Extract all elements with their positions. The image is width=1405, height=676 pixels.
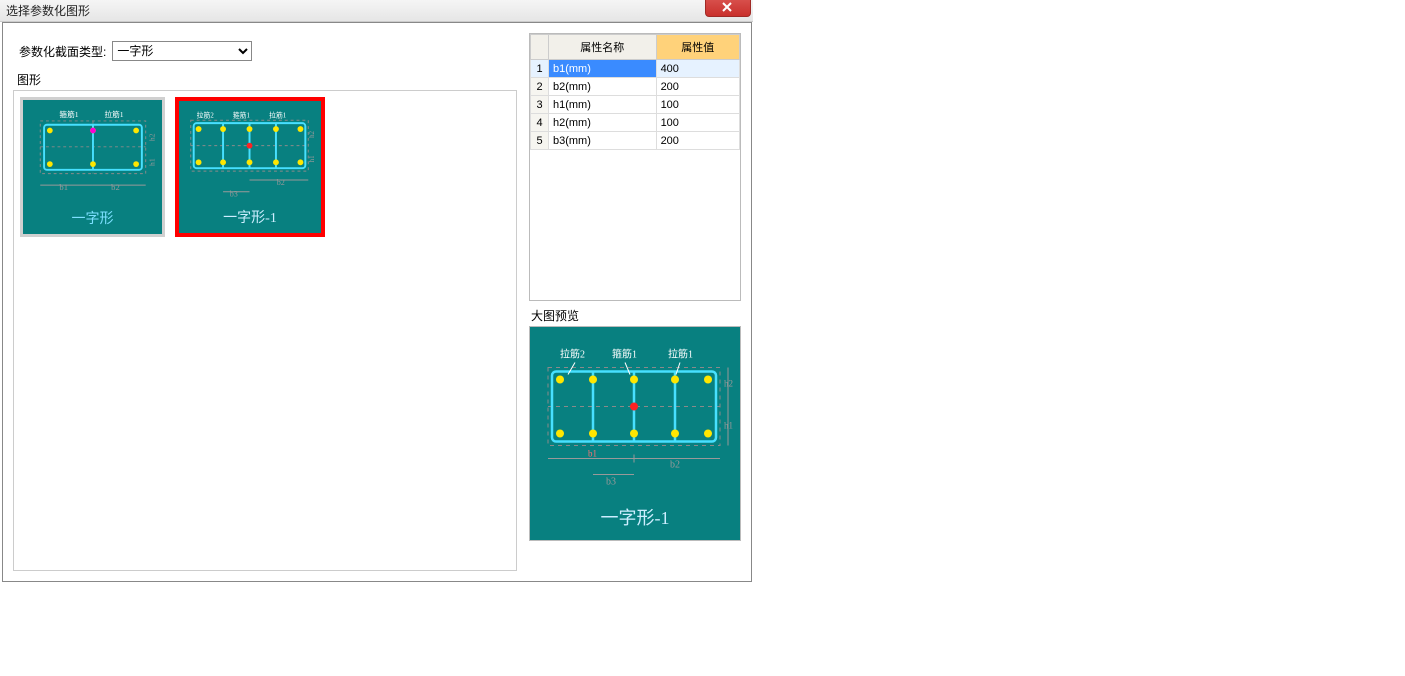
- svg-text:箍筋1: 箍筋1: [59, 109, 78, 119]
- table-row[interactable]: 2 b2(mm) 200: [531, 78, 740, 96]
- svg-text:b3: b3: [230, 190, 238, 199]
- type-select[interactable]: 一字形: [112, 41, 252, 61]
- svg-text:拉筋1: 拉筋1: [104, 109, 123, 119]
- svg-text:b2: b2: [670, 460, 680, 471]
- property-table[interactable]: 属性名称 属性值 1 b1(mm) 400 2 b2(mm) 200: [530, 34, 740, 150]
- table-row[interactable]: 5 b3(mm) 200: [531, 132, 740, 150]
- preview-caption: 一字形-1: [601, 498, 670, 540]
- svg-text:拉筋1: 拉筋1: [668, 348, 693, 361]
- shapes-group-label: 图形: [17, 71, 517, 88]
- svg-text:h2: h2: [147, 133, 156, 141]
- svg-text:b1: b1: [588, 449, 597, 459]
- svg-text:拉筋2: 拉筋2: [197, 110, 215, 119]
- svg-text:b1: b1: [59, 182, 68, 192]
- close-icon: [722, 2, 734, 12]
- svg-text:b2: b2: [111, 182, 120, 192]
- dialog-body: 参数化截面类型: 一字形 图形: [2, 22, 752, 582]
- title-bar: 选择参数化图形: [0, 0, 753, 22]
- type-label: 参数化截面类型:: [19, 43, 106, 60]
- shape-diagram-icon: 箍筋1 拉筋1 b1 b2 h2 h1: [23, 100, 162, 208]
- table-row[interactable]: 4 h2(mm) 100: [531, 114, 740, 132]
- table-row[interactable]: 3 h1(mm) 100: [531, 96, 740, 114]
- window-title: 选择参数化图形: [6, 2, 90, 19]
- shape-thumb-1[interactable]: 拉筋2 箍筋1 拉筋1 b2 b3 h2 h1 一字形-1: [175, 97, 325, 237]
- preview-diagram-icon: 拉筋2 箍筋1 拉筋1 b1 b2 b3 h2 h1: [530, 327, 740, 498]
- shape-diagram-icon: 拉筋2 箍筋1 拉筋1 b2 b3 h2 h1: [179, 101, 321, 207]
- shapes-box: 箍筋1 拉筋1 b1 b2 h2 h1 一字形: [13, 90, 517, 571]
- left-column: 参数化截面类型: 一字形 图形: [13, 33, 517, 571]
- close-button[interactable]: [705, 0, 751, 17]
- col-idx: [531, 35, 549, 60]
- shape-thumb-label: 一字形-1: [223, 207, 277, 233]
- type-row: 参数化截面类型: 一字形: [19, 41, 517, 61]
- svg-text:拉筋2: 拉筋2: [560, 348, 585, 361]
- col-value: 属性值: [656, 35, 739, 60]
- preview-box: 拉筋2 箍筋1 拉筋1 b1 b2 b3 h2 h1 一字形-1: [529, 326, 741, 541]
- property-table-wrap: 属性名称 属性值 1 b1(mm) 400 2 b2(mm) 200: [529, 33, 741, 301]
- right-column: 属性名称 属性值 1 b1(mm) 400 2 b2(mm) 200: [529, 33, 741, 571]
- preview-label: 大图预览: [531, 307, 741, 324]
- col-name: 属性名称: [549, 35, 657, 60]
- svg-text:h1: h1: [309, 155, 316, 162]
- shape-thumb-label: 一字形: [72, 208, 114, 234]
- table-row[interactable]: 1 b1(mm) 400: [531, 60, 740, 78]
- svg-text:h2: h2: [309, 130, 316, 137]
- svg-text:b2: b2: [277, 178, 285, 187]
- svg-text:箍筋1: 箍筋1: [612, 348, 637, 361]
- svg-text:h1: h1: [147, 158, 156, 166]
- shape-thumb-0[interactable]: 箍筋1 拉筋1 b1 b2 h2 h1 一字形: [20, 97, 165, 237]
- svg-text:b3: b3: [606, 477, 616, 488]
- svg-text:箍筋1: 箍筋1: [233, 110, 251, 119]
- svg-text:拉筋1: 拉筋1: [269, 110, 287, 119]
